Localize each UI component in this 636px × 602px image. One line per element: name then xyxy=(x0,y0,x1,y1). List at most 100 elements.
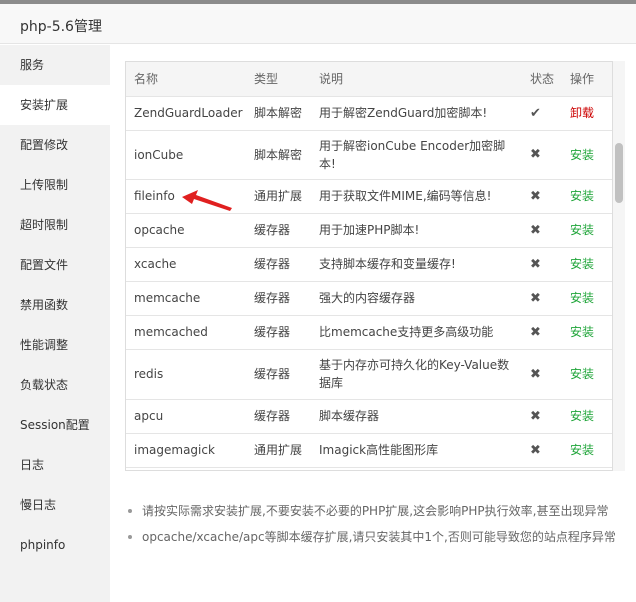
install-link[interactable]: 安装 xyxy=(570,409,594,423)
install-link[interactable]: 安装 xyxy=(570,291,594,305)
sidebar-item[interactable]: 日志 xyxy=(0,445,110,485)
extension-action-cell: 安装 xyxy=(562,315,612,350)
extension-description-cell: 用于解密ionCube Encoder加密脚本! xyxy=(311,130,522,180)
install-link[interactable]: 安装 xyxy=(570,223,594,237)
red-arrow-annotation xyxy=(182,190,232,211)
extensions-table: 名称 类型 说明 状态 操作 ZendGuardLoader 脚本解密 用于解密Ze… xyxy=(126,62,612,468)
extension-name-cell: xcache xyxy=(126,247,246,282)
sidebar: 服务 安装扩展 配置修改 上传限制 超时限制 配置文件 禁用函数 性能调整 负载状态 Sessio… xyxy=(0,45,110,602)
table-row: ZendGuardLoader 脚本解密 用于解密ZendGuard加密脚本! ✔ 卸载 xyxy=(126,96,612,131)
cross-icon: ✖ xyxy=(530,408,541,424)
extensions-table-container: 名称 类型 说明 状态 操作 ZendGuardLoader 脚本解密 用于解密Ze… xyxy=(125,61,613,471)
extension-action-cell: 安装 xyxy=(562,247,612,282)
install-link[interactable]: 安装 xyxy=(570,148,594,162)
extension-description-cell: 用于获取文件MIME,编码等信息! xyxy=(311,179,522,214)
extension-status-cell: ✖ xyxy=(522,179,562,214)
extension-description-cell: 脚本缓存器 xyxy=(311,399,522,434)
table-row: opcache 缓存器 用于加速PHP脚本! ✖ 安装 xyxy=(126,213,612,248)
extension-type-cell: 缓存器 xyxy=(246,349,311,400)
extension-type-cell: 通用扩展 xyxy=(246,433,311,468)
table-row: redis 缓存器 基于内存亦可持久化的Key-Value数据库 ✖ 安装 xyxy=(126,349,612,400)
extension-type-cell: 缓存器 xyxy=(246,315,311,350)
header-status: 状态 xyxy=(522,62,562,97)
extension-status-cell: ✖ xyxy=(522,399,562,434)
extension-name-cell: memcache xyxy=(126,281,246,316)
window-title: php-5.6管理 xyxy=(20,19,102,35)
sidebar-item[interactable]: 性能调整 xyxy=(0,325,110,365)
cross-icon: ✖ xyxy=(530,188,541,204)
extension-type-cell: 缓存器 xyxy=(246,399,311,434)
extension-name-cell: opcache xyxy=(126,213,246,248)
header-description: 说明 xyxy=(311,62,522,97)
extension-type-cell: 脚本解密 xyxy=(246,96,311,131)
uninstall-link[interactable]: 卸载 xyxy=(570,106,594,120)
cross-icon: ✖ xyxy=(530,222,541,238)
install-link[interactable]: 安装 xyxy=(570,367,594,381)
cross-icon: ✖ xyxy=(530,366,541,382)
extension-type-cell: 缓存器 xyxy=(246,213,311,248)
sidebar-item[interactable]: 上传限制 xyxy=(0,165,110,205)
install-link[interactable]: 安装 xyxy=(570,325,594,339)
sidebar-item[interactable]: 服务 xyxy=(0,45,110,85)
cross-icon: ✖ xyxy=(530,290,541,306)
table-scrollbar[interactable] xyxy=(613,61,625,471)
sidebar-item[interactable]: 慢日志 xyxy=(0,485,110,525)
extension-name-cell: ionCube xyxy=(126,130,246,180)
extension-name-cell: ZendGuardLoader xyxy=(126,96,246,131)
table-row: xcache 缓存器 支持脚本缓存和变量缓存! ✖ 安装 xyxy=(126,247,612,282)
extension-name-cell: apcu xyxy=(126,399,246,434)
extension-action-cell: 安装 xyxy=(562,349,612,400)
extension-type-cell: 脚本解密 xyxy=(246,130,311,180)
header-action: 操作 xyxy=(562,62,612,97)
sidebar-item[interactable]: Session配置 xyxy=(0,405,110,445)
extension-description-cell: 支持脚本缓存和变量缓存! xyxy=(311,247,522,282)
table-header-row: 名称 类型 说明 状态 操作 xyxy=(126,62,612,97)
extension-description-cell: 强大的内容缓存器 xyxy=(311,281,522,316)
extension-description-cell: 用于加速PHP脚本! xyxy=(311,213,522,248)
extension-action-cell: 安装 xyxy=(562,213,612,248)
note-item: opcache/xcache/apc等脚本缓存扩展,请只安装其中1个,否则可能导… xyxy=(128,524,628,550)
sidebar-item[interactable]: 负载状态 xyxy=(0,365,110,405)
extension-action-cell: 安装 xyxy=(562,433,612,468)
table-row: memcache 缓存器 强大的内容缓存器 ✖ 安装 xyxy=(126,281,612,316)
extension-action-cell: 卸载 xyxy=(562,96,612,131)
sidebar-item[interactable]: 配置修改 xyxy=(0,125,110,165)
sidebar-item[interactable]: 配置文件 xyxy=(0,245,110,285)
table-row: apcu 缓存器 脚本缓存器 ✖ 安装 xyxy=(126,399,612,434)
extension-type-cell: 缓存器 xyxy=(246,247,311,282)
extension-action-cell: 安装 xyxy=(562,281,612,316)
extension-status-cell: ✖ xyxy=(522,349,562,400)
cross-icon: ✖ xyxy=(530,324,541,340)
table-row: ionCube 脚本解密 用于解密ionCube Encoder加密脚本! ✖ 安装 xyxy=(126,130,612,180)
install-link[interactable]: 安装 xyxy=(570,189,594,203)
extension-action-cell: 安装 xyxy=(562,179,612,214)
extension-status-cell: ✔ xyxy=(522,96,562,131)
extension-description-cell: 基于内存亦可持久化的Key-Value数据库 xyxy=(311,349,522,400)
title-bar: php-5.6管理 xyxy=(0,4,636,44)
extension-status-cell: ✖ xyxy=(522,247,562,282)
sidebar-item[interactable]: 安装扩展 xyxy=(0,85,110,125)
header-name: 名称 xyxy=(126,62,246,97)
sidebar-item[interactable]: 禁用函数 xyxy=(0,285,110,325)
cross-icon: ✖ xyxy=(530,256,541,272)
extension-status-cell: ✖ xyxy=(522,281,562,316)
table-row: imagemagick 通用扩展 Imagick高性能图形库 ✖ 安装 xyxy=(126,433,612,468)
extension-status-cell: ✖ xyxy=(522,213,562,248)
extension-description-cell: Imagick高性能图形库 xyxy=(311,433,522,468)
extension-name-cell: imagemagick xyxy=(126,433,246,468)
check-icon: ✔ xyxy=(530,105,541,121)
install-link[interactable]: 安装 xyxy=(570,257,594,271)
extension-name-cell: memcached xyxy=(126,315,246,350)
sidebar-item[interactable]: 超时限制 xyxy=(0,205,110,245)
table-row: memcached 缓存器 比memcache支持更多高级功能 ✖ 安装 xyxy=(126,315,612,350)
extension-status-cell: ✖ xyxy=(522,315,562,350)
install-link[interactable]: 安装 xyxy=(570,443,594,457)
notes-list: 请按实际需求安装扩展,不要安装不必要的PHP扩展,这会影响PHP执行效率,甚至出… xyxy=(128,498,628,550)
scrollbar-thumb[interactable] xyxy=(615,143,623,203)
extension-type-cell: 通用扩展 xyxy=(246,179,311,214)
sidebar-item[interactable]: phpinfo xyxy=(0,525,110,565)
cross-icon: ✖ xyxy=(530,442,541,458)
extension-type-cell: 缓存器 xyxy=(246,281,311,316)
cross-icon: ✖ xyxy=(530,147,541,162)
extension-action-cell: 安装 xyxy=(562,130,612,180)
